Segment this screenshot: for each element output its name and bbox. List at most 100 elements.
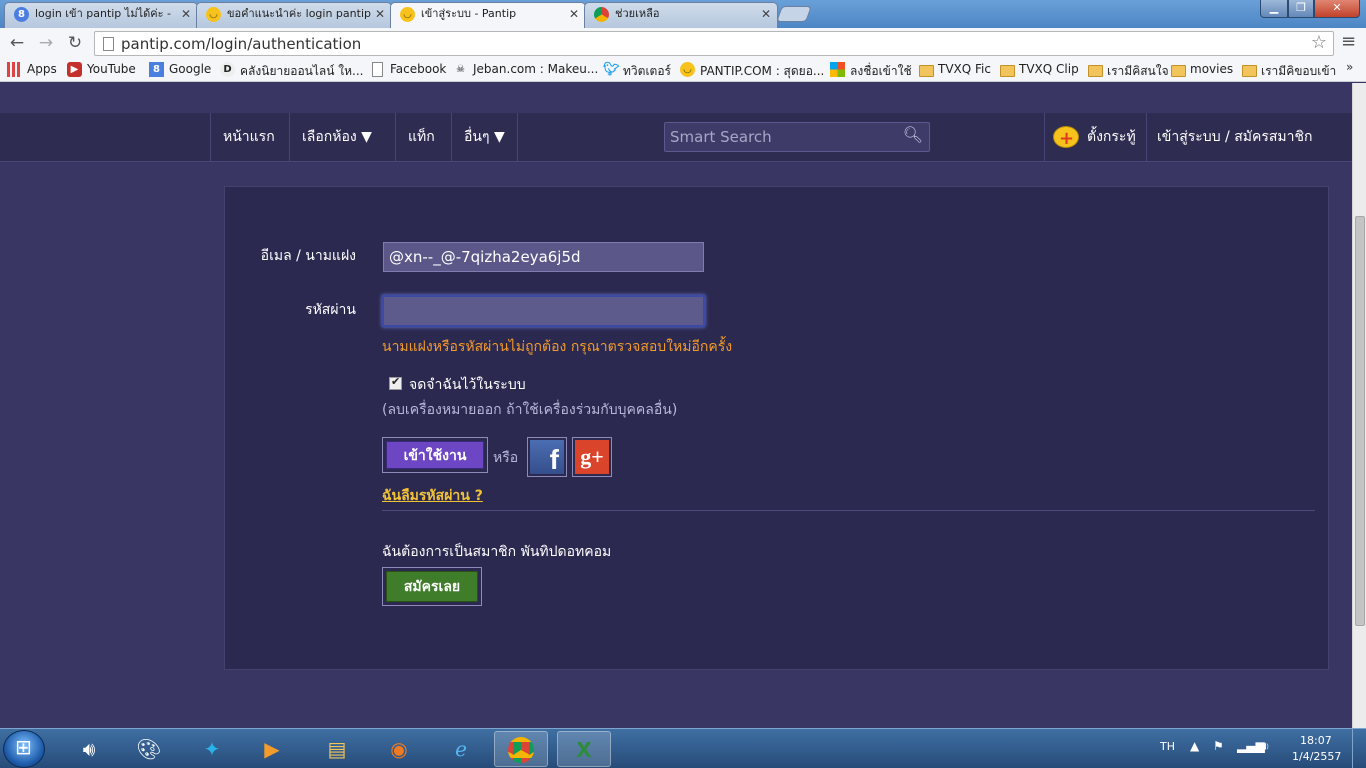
chrome-icon[interactable] [494,731,548,767]
reload-icon[interactable]: ↻ [64,32,86,54]
bookmark-facebook[interactable]: Facebook [370,62,446,77]
page-scrollbar[interactable] [1352,83,1366,728]
bookmark-tvxq-fic[interactable]: TVXQ Fic [918,62,991,77]
nav-home[interactable]: หน้าแรก [210,113,287,162]
tab-help[interactable]: ช่วยเหลือ ✕ [584,2,778,28]
address-bar[interactable]: pantip.com/login/authentication ☆ [94,31,1334,56]
bookmark-label: เรามีคิขอบเข้า [1261,64,1337,78]
speaker-icon[interactable]: 🔊︎ [62,731,116,767]
media-player-icon[interactable]: ▶ [245,731,299,767]
tray-expand-icon[interactable]: ▲ [1190,739,1199,753]
back-arrow-icon[interactable]: ← [6,32,28,54]
divider [382,510,1315,511]
bookmark-label: ลงชื่อเข้าใช้ [850,64,912,78]
remember-checkbox[interactable] [389,375,402,390]
close-icon[interactable]: ✕ [375,3,385,25]
language-indicator[interactable]: TH [1160,740,1175,753]
close-window-button[interactable]: ✕ [1314,0,1360,18]
search-input[interactable] [665,123,895,151]
bookmark-label: PANTIP.COM : สุดยอ... [700,64,825,78]
bookmark-label: Apps [27,62,57,76]
forgot-password-link[interactable]: ฉันลืมรหัสผ่าน ? [382,485,483,507]
clock-time[interactable]: 18:07 [1300,734,1332,747]
search-icon[interactable]: 🔍︎ [903,125,923,144]
network-signal-icon[interactable]: ▂▄▆ [1237,739,1265,753]
show-desktop-button[interactable] [1352,729,1366,768]
d-logo-icon: D [220,62,235,77]
login-button[interactable]: เข้าใช้งาน [382,437,488,473]
bookmark-label: TVXQ Clip [1019,62,1079,76]
folder-icon [918,62,934,77]
nav-more[interactable]: อื่นๆ ▼ [451,113,518,162]
bookmark-label: YouTube [87,62,136,76]
site-navbar: หน้าแรก เลือกห้อง ▼ แท็ก อื่นๆ ▼ 🔍︎ ตั้ง… [0,113,1352,163]
register-button-label: สมัครเลย [386,571,478,602]
bookmark-label: Jeban.com : Makeu... [473,62,599,76]
twitter-bird-icon: 🐦︎ [603,62,620,77]
scroll-thumb[interactable] [1355,216,1365,626]
action-center-flag-icon[interactable]: ⚑ [1213,739,1224,753]
tab-label: login เข้า pantip ไม่ได้ค่ะ - [35,7,171,20]
bookmark-interest[interactable]: เรามีคิสนใจ [1087,62,1169,81]
start-button[interactable] [3,730,45,768]
google-plus-icon: g+ [575,440,609,474]
maximize-button[interactable]: ❐ [1288,0,1314,18]
forward-arrow-icon[interactable]: → [35,32,57,54]
tab-login-question[interactable]: 8 login เข้า pantip ไม่ได้ค่ะ - ✕ [4,2,198,28]
tab-pantip-login[interactable]: ◡ เข้าสู่ระบบ - Pantip ✕ [390,2,586,29]
file-explorer-icon[interactable]: ▤ [310,731,364,767]
nav-tags[interactable]: แท็ก [395,113,447,162]
password-label: รหัสผ่าน [305,302,356,318]
bookmark-movies[interactable]: movies [1170,62,1233,77]
bookmark-likes[interactable]: เรามีคิขอบเข้า [1241,62,1336,81]
hamburger-menu-icon[interactable]: ≡ [1341,31,1356,52]
nav-choose-room[interactable]: เลือกห้อง ▼ [289,113,384,162]
password-field[interactable] [382,295,705,327]
close-icon[interactable]: ✕ [761,3,771,25]
bookmark-novel[interactable]: D คลังนิยายออนไลน์ ให... [220,62,363,81]
bookmark-star-icon[interactable]: ☆ [1311,32,1327,53]
facebook-login-button[interactable]: f [527,437,567,477]
bookmark-jeban[interactable]: ☠ Jeban.com : Makeu... [453,62,598,76]
bookmark-tvxq-clip[interactable]: TVXQ Clip [999,62,1079,77]
clock-date[interactable]: 1/4/2557 [1292,750,1341,763]
dtac-icon[interactable]: ✦ [185,731,239,767]
pantip-face-icon: ◡ [400,7,415,22]
login-register-link[interactable]: เข้าสู่ระบบ / สมัครสมาชิก [1146,113,1322,162]
new-topic-icon [1053,114,1079,163]
close-icon[interactable]: ✕ [181,3,191,25]
error-message: นามแฝงหรือรหัสผ่านไม่ถูกต้อง กรุณาตรวจสอ… [382,339,733,355]
bookmark-apps[interactable]: Apps [7,62,57,77]
new-topic-button[interactable]: ตั้งกระทู้ [1044,113,1148,163]
minimize-button[interactable]: ▁ [1260,0,1288,18]
new-tab-button[interactable] [776,6,812,22]
or-label: หรือ [493,450,519,466]
firefox-icon[interactable]: ◉ [372,731,426,767]
bookmarks-more-icon[interactable]: » [1346,60,1353,74]
bookmark-google[interactable]: 8 Google [149,62,211,77]
bookmark-pantip[interactable]: ◡ PANTIP.COM : สุดยอ... [680,62,824,81]
email-field[interactable] [383,242,704,272]
google-plus-login-button[interactable]: g+ [572,437,612,477]
bookmark-label: TVXQ Fic [938,62,991,76]
bookmark-signin[interactable]: ลงชื่อเข้าใช้ [830,62,912,81]
excel-icon[interactable]: X [557,731,611,767]
tab-label: ช่วยเหลือ [615,7,660,20]
page-content: หน้าแรก เลือกห้อง ▼ แท็ก อื่นๆ ▼ 🔍︎ ตั้ง… [0,83,1352,728]
page-icon [103,37,114,51]
tab-advice[interactable]: ◡ ขอคำแนะนำค่ะ login pantip ✕ [196,2,392,28]
close-icon[interactable]: ✕ [569,3,579,25]
volume-icon[interactable]: 🔉︎ [1262,739,1270,754]
email-label: อีเมล / นามแฝง [260,248,356,264]
bookmark-twitter[interactable]: 🐦︎ ทวิตเตอร์ [603,62,671,81]
internet-explorer-icon[interactable]: ℯ [434,731,488,767]
register-prompt: ฉันต้องการเป็นสมาชิก พันทิปดอทคอม [382,544,612,560]
page-icon [372,62,383,77]
folder-icon [1170,62,1186,77]
windows-taskbar: 🔊︎ 🎨︎ ✦ ▶ ▤ ◉ ℯ X TH ▲ ⚑ ▂▄▆ 🔉︎ 18:07 1/… [0,728,1366,768]
register-button[interactable]: สมัครเลย [382,567,482,606]
tab-label: ขอคำแนะนำค่ะ login pantip [227,7,371,20]
bookmark-youtube[interactable]: ▶ YouTube [67,62,136,77]
paint-icon[interactable]: 🎨︎ [122,731,176,767]
smart-search: 🔍︎ [664,122,930,152]
